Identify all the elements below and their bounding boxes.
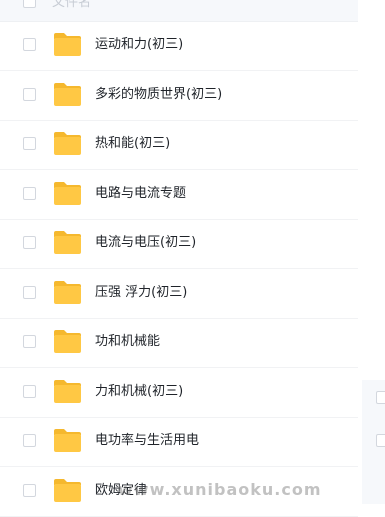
row-checkbox[interactable] (23, 87, 36, 101)
folder-icon (53, 181, 82, 206)
folder-icon (53, 131, 82, 156)
watermark: www.xunibaoku.com (118, 480, 322, 499)
folder-name[interactable]: 功和机械能 (95, 333, 160, 351)
row-checkbox[interactable] (23, 335, 36, 348)
list-item[interactable]: 多彩的物质世界(初三) (0, 71, 358, 121)
folder-icon (53, 478, 82, 503)
row-checkbox[interactable] (23, 186, 36, 200)
select-all-checkbox[interactable] (23, 0, 36, 8)
list-item[interactable]: 运动和力(初三) (0, 21, 358, 71)
folder-icon (53, 82, 82, 107)
file-list: 文件名 运动和力(初三) 多彩的物质世界(初三) 热和能(初三) 电路与电流专题 电流与… (0, 0, 358, 517)
column-header-filename[interactable]: 文件名 (52, 0, 91, 12)
right-panel-checkbox[interactable] (376, 434, 385, 447)
list-item[interactable]: 电路与电流专题 (0, 170, 358, 220)
folder-name[interactable]: 运动和力(初三) (95, 36, 183, 54)
folder-icon (53, 280, 82, 305)
folder-name[interactable]: 热和能(初三) (95, 135, 170, 153)
list-item[interactable]: 电功率与生活用电 (0, 417, 358, 467)
list-item[interactable]: 功和机械能 (0, 318, 358, 368)
row-checkbox[interactable] (23, 384, 36, 398)
folder-name[interactable]: 多彩的物质世界(初三) (95, 86, 222, 104)
row-checkbox[interactable] (23, 38, 36, 51)
folder-icon (53, 379, 82, 404)
list-item[interactable]: 力和机械(初三) (0, 368, 358, 418)
list-item[interactable]: 压强 浮力(初三) (0, 269, 358, 319)
folder-name[interactable]: 压强 浮力(初三) (95, 284, 187, 302)
row-checkbox[interactable] (23, 434, 36, 447)
folder-icon (53, 230, 82, 255)
folder-icon (53, 428, 82, 453)
row-checkbox[interactable] (23, 137, 36, 150)
list-item[interactable]: 热和能(初三) (0, 120, 358, 170)
folder-name[interactable]: 电路与电流专题 (95, 185, 186, 203)
right-panel-checkbox[interactable] (376, 391, 385, 404)
folder-icon (53, 32, 82, 57)
folder-name[interactable]: 电流与电压(初三) (95, 234, 196, 252)
folder-icon (53, 329, 82, 354)
folder-name[interactable]: 电功率与生活用电 (95, 432, 199, 450)
row-checkbox[interactable] (23, 285, 36, 299)
folder-name[interactable]: 力和机械(初三) (95, 383, 183, 401)
list-item[interactable]: 电流与电压(初三) (0, 219, 358, 269)
row-checkbox[interactable] (23, 483, 36, 497)
file-list-header: 文件名 (0, 0, 358, 22)
row-checkbox[interactable] (23, 236, 36, 249)
